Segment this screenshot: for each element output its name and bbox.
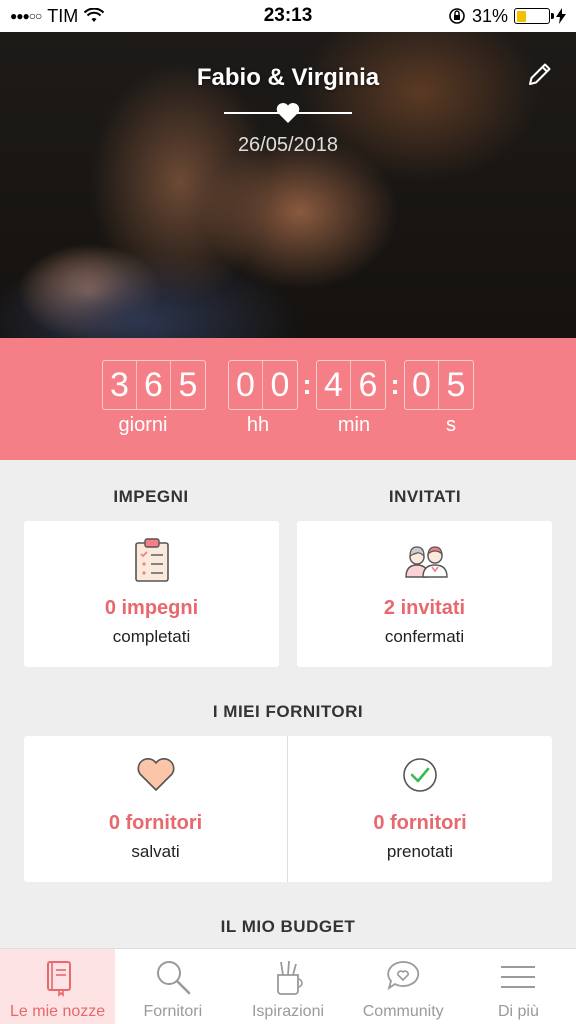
- budget-section-title: IL MIO BUDGET: [220, 917, 356, 936]
- days-label: giorni: [118, 414, 168, 436]
- tab-label: Ispirazioni: [251, 1003, 325, 1020]
- chat-heart-icon: [387, 961, 420, 991]
- checklist-clipboard-icon: [134, 538, 169, 582]
- seconds-counter: 0 5: [404, 360, 474, 410]
- tasks-sublabel: completati: [112, 627, 191, 646]
- brushes-icon: [277, 960, 303, 995]
- couple-names: Fabio & Virginia: [196, 64, 380, 91]
- guests-sublabel: confermati: [384, 627, 465, 646]
- tab-bar: Le mie nozze Fornitori Ispirazioni Commu…: [0, 948, 576, 1024]
- battery-icon: [514, 8, 554, 24]
- digit: 3: [103, 361, 137, 409]
- tab-more[interactable]: Di più: [461, 949, 576, 1024]
- tab-label: Di più: [497, 1003, 539, 1020]
- digit: 5: [446, 365, 466, 404]
- digit: 0: [405, 361, 439, 409]
- tab-inspiration[interactable]: Ispirazioni: [230, 949, 345, 1024]
- booked-vendors-sublabel: prenotati: [386, 842, 454, 861]
- countdown-panel: 3 6 5 0 0 : 4 6 : 0 5 giorni hh min s: [0, 338, 576, 460]
- status-time: 23:13: [263, 5, 313, 26]
- digit: 0: [229, 361, 263, 409]
- time-separator: :: [390, 369, 400, 400]
- minutes-label: min: [337, 414, 371, 436]
- booked-vendors-panel[interactable]: 0 fornitori prenotati: [288, 736, 552, 882]
- tasks-card[interactable]: 0 impegni completati: [24, 521, 279, 667]
- wifi-icon: [84, 8, 105, 22]
- search-icon: [156, 961, 191, 995]
- tasks-count: 0 impegni: [104, 597, 199, 619]
- hours-label: hh: [246, 414, 270, 436]
- digit: 0: [270, 365, 290, 404]
- digit: 5: [178, 365, 198, 404]
- guests-count: 2 invitati: [383, 597, 466, 619]
- couple-photo[interactable]: Fabio & Virginia 26/05/2018: [0, 32, 576, 338]
- heart-saved-icon: [137, 758, 174, 791]
- saved-vendors-sublabel: salvati: [131, 842, 180, 861]
- notebook-icon: [46, 961, 71, 997]
- battery-fill: [516, 10, 527, 22]
- edit-pencil-icon[interactable]: [526, 60, 554, 88]
- battery-percent: 31%: [471, 5, 508, 26]
- heart-icon: [276, 103, 300, 123]
- vendors-section-title: I MIEI FORNITORI: [212, 702, 364, 721]
- guests-couple-icon: [404, 546, 448, 578]
- hours-counter: 0 0: [228, 360, 298, 410]
- signal-strength-icon: ●●●○○: [10, 9, 42, 23]
- charging-bolt-icon: [556, 8, 566, 24]
- days-counter: 3 6 5: [102, 360, 206, 410]
- guests-card[interactable]: 2 invitati confermati: [297, 521, 552, 667]
- saved-vendors-panel[interactable]: 0 fornitori salvati: [24, 736, 287, 882]
- guests-section-title: INVITATI: [388, 487, 462, 506]
- check-circle-icon: [403, 758, 437, 792]
- tab-community[interactable]: Community: [346, 949, 461, 1024]
- saved-vendors-count: 0 fornitori: [108, 812, 203, 834]
- carrier-name: TIM: [47, 5, 79, 26]
- vendors-card: 0 fornitori salvati 0 fornitori prenotat…: [24, 736, 552, 882]
- time-separator: :: [302, 369, 312, 400]
- minutes-counter: 4 6: [316, 360, 386, 410]
- digit: 4: [317, 361, 351, 409]
- booked-vendors-count: 0 fornitori: [373, 812, 467, 834]
- tab-my-wedding[interactable]: Le mie nozze: [0, 949, 116, 1024]
- menu-icon: [501, 966, 536, 988]
- digit: 6: [358, 365, 378, 404]
- tab-label: Fornitori: [143, 1003, 203, 1020]
- tab-label: Le mie nozze: [10, 1003, 106, 1020]
- seconds-label: s: [446, 414, 456, 436]
- wedding-date: 26/05/2018: [237, 134, 339, 156]
- tab-label: Community: [362, 1003, 444, 1020]
- digit: 6: [137, 361, 171, 409]
- tab-vendors[interactable]: Fornitori: [115, 949, 230, 1024]
- status-bar: ●●●○○ TIM 23:13 31%: [0, 0, 576, 32]
- rotation-lock-icon: [449, 8, 465, 24]
